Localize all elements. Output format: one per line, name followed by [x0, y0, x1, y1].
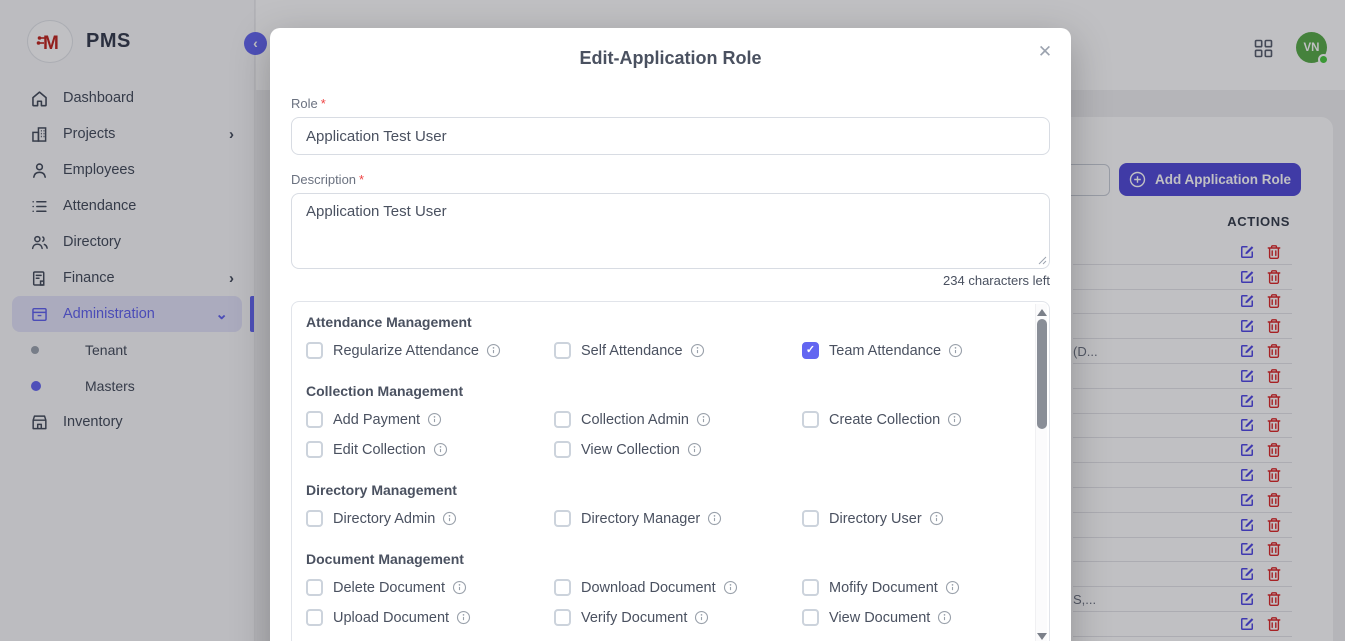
required-marker: *	[321, 96, 326, 111]
permission-checkbox[interactable]: ✓	[306, 579, 323, 596]
permission-item: ✓ Upload Document	[306, 609, 554, 626]
permission-checkbox[interactable]: ✓	[554, 411, 571, 428]
info-icon[interactable]	[948, 343, 963, 358]
permission-section-directory: Directory Management ✓ Directory Admin	[306, 482, 1015, 527]
required-marker: *	[359, 172, 364, 187]
permission-label: Verify Document	[581, 610, 687, 626]
section-title: Document Management	[306, 551, 1015, 567]
scrollbar-thumb[interactable]	[1037, 319, 1047, 429]
permission-grid: ✓ Add Payment ✓ Collection Admin	[306, 411, 1015, 458]
section-title: Directory Management	[306, 482, 1015, 498]
info-icon[interactable]	[945, 580, 960, 595]
permission-checkbox[interactable]: ✓	[554, 579, 571, 596]
permission-item: ✓ View Collection	[554, 441, 802, 458]
description-textarea[interactable]: Application Test User	[291, 193, 1050, 269]
permission-checkbox[interactable]: ✓	[802, 411, 819, 428]
permission-label: Mofify Document	[829, 580, 938, 596]
permission-checkbox[interactable]: ✓	[306, 441, 323, 458]
permission-grid: ✓ Delete Document ✓ Download Document	[306, 579, 1015, 626]
info-icon[interactable]	[696, 412, 711, 427]
permission-item: ✓ Directory User	[802, 510, 1015, 527]
permission-item: ✓ Create Collection	[802, 411, 1015, 428]
info-icon[interactable]	[929, 511, 944, 526]
permissions-scroll-area: Attendance Management ✓ Regularize Atten…	[292, 314, 1049, 636]
permission-checkbox[interactable]: ✓	[802, 342, 819, 359]
permission-label: Self Attendance	[581, 343, 683, 359]
role-field-label: Role*	[291, 96, 1050, 111]
permission-item: ✓ Add Payment	[306, 411, 554, 428]
edit-application-role-modal: ✕ Edit-Application Role Role* Descriptio…	[270, 28, 1071, 641]
permission-label: Create Collection	[829, 412, 940, 428]
permission-checkbox[interactable]: ✓	[306, 342, 323, 359]
permission-item: ✓ Self Attendance	[554, 342, 802, 359]
info-icon[interactable]	[947, 412, 962, 427]
permission-grid: ✓ Directory Admin ✓ Directory Manager	[306, 510, 1015, 527]
permission-label: View Document	[829, 610, 930, 626]
permission-section-attendance: Attendance Management ✓ Regularize Atten…	[306, 314, 1015, 359]
permission-item: ✓ View Document	[802, 609, 1015, 626]
scrollbar[interactable]	[1035, 304, 1047, 641]
permission-item: ✓ Verify Document	[554, 609, 802, 626]
permission-section-collection: Collection Management ✓ Add Payment	[306, 383, 1015, 458]
permission-label: Regularize Attendance	[333, 343, 479, 359]
check-icon: ✓	[806, 345, 815, 356]
permission-label: Edit Collection	[333, 442, 426, 458]
scroll-down-arrow-icon[interactable]	[1037, 633, 1047, 640]
permission-item: ✓ Edit Collection	[306, 441, 554, 458]
info-icon[interactable]	[690, 343, 705, 358]
permissions-panel: Attendance Management ✓ Regularize Atten…	[291, 301, 1050, 641]
permission-grid: ✓ Regularize Attendance ✓ Self Attendanc…	[306, 342, 1015, 359]
permission-item: ✓ Mofify Document	[802, 579, 1015, 596]
permission-label: Directory Admin	[333, 511, 435, 527]
permission-checkbox[interactable]: ✓	[554, 609, 571, 626]
section-title: Attendance Management	[306, 314, 1015, 330]
info-icon[interactable]	[694, 610, 709, 625]
info-icon[interactable]	[442, 511, 457, 526]
permission-checkbox[interactable]: ✓	[554, 510, 571, 527]
close-icon[interactable]: ✕	[1032, 39, 1058, 65]
info-icon[interactable]	[723, 580, 738, 595]
permission-item: ✓ Regularize Attendance	[306, 342, 554, 359]
permission-label: Delete Document	[333, 580, 445, 596]
permission-label: Download Document	[581, 580, 716, 596]
permission-item: ✓ Directory Manager	[554, 510, 802, 527]
permission-item: ✓ Delete Document	[306, 579, 554, 596]
info-icon[interactable]	[456, 610, 471, 625]
permission-checkbox[interactable]: ✓	[554, 441, 571, 458]
info-icon[interactable]	[707, 511, 722, 526]
permission-label: Add Payment	[333, 412, 420, 428]
permission-label: View Collection	[581, 442, 680, 458]
permission-checkbox[interactable]: ✓	[306, 510, 323, 527]
info-icon[interactable]	[486, 343, 501, 358]
permission-checkbox[interactable]: ✓	[554, 342, 571, 359]
info-icon[interactable]	[687, 442, 702, 457]
permission-checkbox[interactable]: ✓	[802, 609, 819, 626]
permission-item: ✓ Directory Admin	[306, 510, 554, 527]
characters-left-counter: 234 characters left	[291, 273, 1050, 288]
info-icon[interactable]	[452, 580, 467, 595]
permission-checkbox[interactable]: ✓	[306, 411, 323, 428]
description-field-label: Description*	[291, 172, 1050, 187]
info-icon[interactable]	[937, 610, 952, 625]
permission-label: Team Attendance	[829, 343, 941, 359]
permission-item: ✓ Team Attendance	[802, 342, 1015, 359]
permission-item: ✓ Download Document	[554, 579, 802, 596]
application-window: M PMS Dashboard Projects	[0, 0, 1345, 641]
permission-label: Upload Document	[333, 610, 449, 626]
permission-item: ✓ Collection Admin	[554, 411, 802, 428]
permission-section-document: Document Management ✓ Delete Document	[306, 551, 1015, 626]
permission-checkbox[interactable]: ✓	[802, 579, 819, 596]
permission-label: Collection Admin	[581, 412, 689, 428]
section-title: Collection Management	[306, 383, 1015, 399]
scroll-up-arrow-icon[interactable]	[1037, 309, 1047, 316]
permission-checkbox[interactable]: ✓	[802, 510, 819, 527]
info-icon[interactable]	[433, 442, 448, 457]
permission-label: Directory User	[829, 511, 922, 527]
permission-checkbox[interactable]: ✓	[306, 609, 323, 626]
permission-label: Directory Manager	[581, 511, 700, 527]
modal-title: Edit-Application Role	[291, 28, 1050, 69]
role-input[interactable]	[291, 117, 1050, 155]
info-icon[interactable]	[427, 412, 442, 427]
